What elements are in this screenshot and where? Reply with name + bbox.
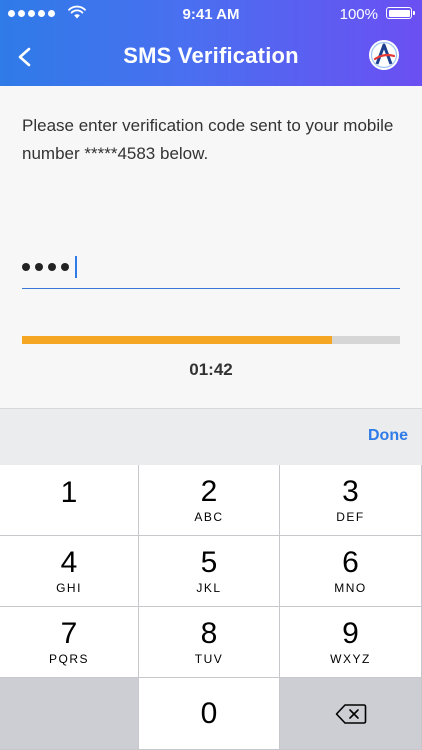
- key-7[interactable]: 7 PQRS: [0, 607, 139, 678]
- keyboard-toolbar: Done: [0, 408, 422, 465]
- key-letters: ABC: [194, 510, 224, 524]
- code-dot: [61, 263, 69, 271]
- key-letters: DEF: [336, 510, 365, 524]
- text-caret: [75, 256, 77, 278]
- key-digit: 9: [342, 617, 359, 650]
- key-digit: 2: [200, 475, 218, 508]
- key-digit: 0: [200, 696, 218, 730]
- battery-icon: [386, 7, 415, 19]
- key-4[interactable]: 4 GHI: [0, 536, 139, 607]
- key-digit: 4: [60, 546, 78, 579]
- key-2[interactable]: 2 ABC: [139, 465, 280, 536]
- code-dot: [22, 263, 30, 271]
- header: 9:41 AM 100% SMS Verification: [0, 0, 422, 86]
- key-8[interactable]: 8 TUV: [139, 607, 280, 678]
- code-masked-value: [22, 256, 77, 278]
- key-5[interactable]: 5 JKL: [139, 536, 280, 607]
- verification-code-input[interactable]: [22, 248, 400, 289]
- countdown-timer: 01:42: [189, 360, 233, 379]
- numeric-keypad: 1 2 ABC 3 DEF 4 GHI 5 JKL 6 MNO 7 PQRS 8 TUV 9 WXYZ 0: [0, 465, 422, 750]
- key-letters: GHI: [56, 581, 82, 595]
- key-letters: PQRS: [48, 652, 89, 666]
- key-3[interactable]: 3 DEF: [280, 465, 422, 536]
- verification-instructions: Please enter verification code sent to y…: [22, 116, 394, 163]
- countdown-progress-bar: [22, 336, 400, 344]
- key-1[interactable]: 1: [0, 465, 139, 536]
- key-digit: 7: [60, 617, 78, 650]
- key-digit: 1: [60, 476, 78, 509]
- page-title: SMS Verification: [123, 43, 299, 68]
- key-digit: 3: [342, 475, 359, 508]
- delete-key[interactable]: [280, 678, 422, 750]
- key-letters: WXYZ: [330, 652, 371, 666]
- sms-verification-screen: 9:41 AM 100% SMS Verification Please ent…: [0, 0, 422, 750]
- key-letters: MNO: [334, 581, 367, 595]
- key-digit: 6: [342, 546, 359, 579]
- key-digit: 8: [200, 617, 218, 650]
- keypad-empty-slot: [0, 678, 139, 750]
- key-9[interactable]: 9 WXYZ: [280, 607, 422, 678]
- key-digit: 5: [200, 546, 218, 579]
- app-logo-icon: [369, 40, 399, 70]
- status-bar: 9:41 AM 100%: [0, 0, 422, 28]
- key-0[interactable]: 0: [139, 678, 280, 750]
- done-button[interactable]: Done: [368, 427, 408, 445]
- backspace-icon: [335, 703, 366, 724]
- code-dot: [35, 263, 43, 271]
- code-dot: [48, 263, 56, 271]
- countdown-progress-fill: [22, 336, 332, 344]
- verification-content: Please enter verification code sent to y…: [0, 86, 422, 408]
- battery-percentage: 100%: [339, 6, 378, 23]
- key-6[interactable]: 6 MNO: [280, 536, 422, 607]
- key-letters: TUV: [194, 652, 224, 666]
- key-letters: JKL: [196, 581, 222, 595]
